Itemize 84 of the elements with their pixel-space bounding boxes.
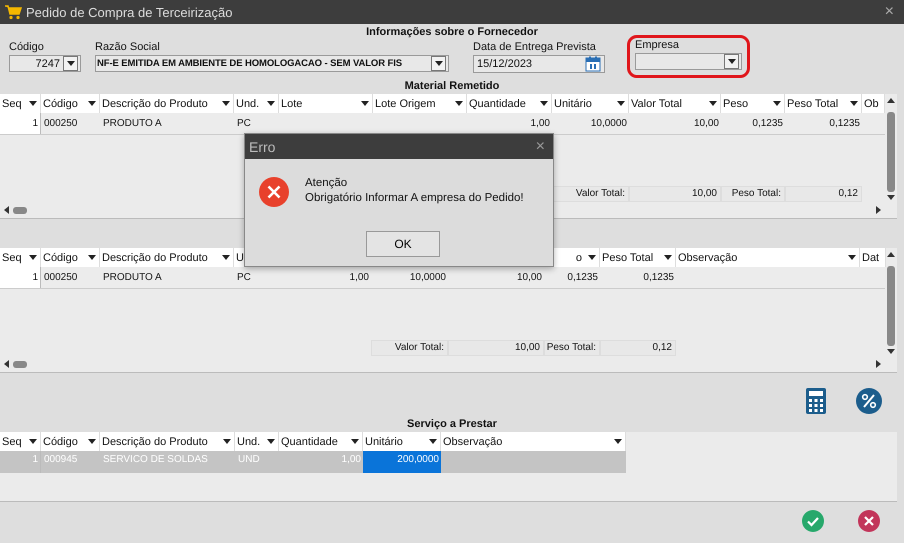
section-heading: Informações sobre o Fornecedor bbox=[365, 25, 539, 40]
caret-icon bbox=[267, 101, 275, 106]
table-cell-text: 10,00 bbox=[516, 271, 543, 285]
total-value: 0,12 bbox=[600, 340, 676, 356]
caret-icon bbox=[773, 101, 781, 106]
table-cell-text: SERVICO DE SOLDAS bbox=[102, 453, 209, 467]
ok-button[interactable]: OK bbox=[366, 231, 440, 257]
total-value: 0,12 bbox=[785, 186, 862, 202]
caret-icon bbox=[617, 101, 625, 106]
field-label: Data de Entrega Prevista bbox=[473, 40, 597, 55]
table-cell: 200,0000 bbox=[363, 451, 441, 473]
caret-icon bbox=[848, 255, 856, 260]
dialog-title: Erro bbox=[249, 138, 276, 154]
field-label: Empresa bbox=[635, 38, 680, 53]
table-cell-text: 10,0000 bbox=[590, 117, 628, 131]
table-cell-text: PC bbox=[236, 271, 252, 285]
caret-icon bbox=[29, 439, 37, 444]
confirm-button[interactable] bbox=[802, 510, 824, 532]
close-button[interactable]: × bbox=[536, 138, 545, 156]
caret-icon bbox=[88, 439, 96, 444]
input-field[interactable] bbox=[635, 53, 742, 70]
caret-icon bbox=[588, 255, 596, 260]
caret-icon bbox=[223, 439, 231, 444]
dropdown-icon[interactable] bbox=[63, 56, 78, 71]
caret-icon bbox=[29, 255, 37, 260]
field-label: Código bbox=[9, 40, 45, 55]
table-cell-text: 0,1235 bbox=[642, 271, 675, 285]
caret-icon bbox=[709, 101, 717, 106]
caret-icon bbox=[664, 255, 672, 260]
dialog-heading: Atenção bbox=[305, 176, 348, 191]
total-label: Valor Total: bbox=[371, 340, 448, 356]
table-cell-text: 0,1235 bbox=[751, 117, 784, 131]
table-cell: 1 bbox=[0, 113, 41, 134]
caret-icon bbox=[267, 439, 275, 444]
total-label: Valor Total: bbox=[552, 186, 629, 202]
window-title: Pedido de Compra de Terceirização bbox=[26, 4, 234, 20]
cancel-button[interactable] bbox=[858, 510, 880, 532]
dialog-message: Obrigatório Informar A empresa do Pedido! bbox=[305, 191, 524, 206]
caret-icon bbox=[29, 101, 37, 106]
error-icon bbox=[259, 177, 289, 207]
close-button[interactable]: × bbox=[880, 3, 898, 21]
caret-icon bbox=[429, 439, 437, 444]
table-cell-text: 000945 bbox=[43, 453, 78, 467]
caret-icon bbox=[540, 101, 548, 106]
table-cell-text: 0,1235 bbox=[566, 271, 599, 285]
total-value: 10,00 bbox=[629, 186, 721, 202]
table-cell: 1 bbox=[0, 267, 41, 288]
table-cell-text: 1,00 bbox=[348, 271, 370, 285]
table-cell-text: UND bbox=[237, 453, 261, 467]
caret-icon bbox=[850, 101, 858, 106]
caret-icon bbox=[614, 439, 622, 444]
caret-icon bbox=[361, 101, 369, 106]
table-cell-text: 1,00 bbox=[530, 117, 551, 131]
caret-icon bbox=[351, 439, 359, 444]
dropdown-icon[interactable] bbox=[724, 54, 739, 69]
caret-icon bbox=[88, 101, 96, 106]
table-row[interactable]: 1 000945 SERVICO DE SOLDAS UND 1,00 200,0000 bbox=[0, 451, 626, 473]
input-field[interactable]: NF-E EMITIDA EM AMBIENTE DE HOMOLOGACAO - SEM VALOR FIS bbox=[95, 55, 449, 72]
table-cell-text: 0,1235 bbox=[828, 117, 861, 131]
field-label: Razão Social bbox=[95, 40, 161, 55]
calendar-icon[interactable] bbox=[585, 56, 601, 72]
section-heading: Serviço a Prestar bbox=[406, 417, 498, 432]
section-heading: Material Remetido bbox=[404, 79, 500, 94]
table-cell-text: 10,0000 bbox=[408, 271, 447, 285]
total-value: 10,00 bbox=[448, 340, 544, 356]
table-cell-text: 000250 bbox=[43, 117, 78, 131]
cart-icon bbox=[4, 4, 22, 20]
table-cell-text: 000250 bbox=[43, 271, 78, 285]
table-cell-text: PRODUTO A bbox=[102, 271, 163, 285]
caret-icon bbox=[222, 255, 230, 260]
table-cell-text: PRODUTO A bbox=[102, 117, 163, 131]
table-cell-text: 10,00 bbox=[692, 117, 720, 131]
input-field[interactable]: 15/12/2023 bbox=[473, 55, 605, 73]
total-label: Peso Total: bbox=[721, 186, 785, 202]
table-cell-text: PC bbox=[236, 117, 252, 131]
table-cell-text: 1,00 bbox=[340, 453, 362, 467]
calculator-icon[interactable] bbox=[806, 388, 826, 414]
caret-icon bbox=[455, 101, 463, 106]
caret-icon bbox=[88, 255, 96, 260]
total-label: Peso Total: bbox=[544, 340, 600, 356]
percent-icon[interactable] bbox=[856, 388, 882, 414]
input-field[interactable]: 7247 bbox=[9, 55, 81, 72]
dropdown-icon[interactable] bbox=[431, 56, 446, 71]
caret-icon bbox=[222, 101, 230, 106]
